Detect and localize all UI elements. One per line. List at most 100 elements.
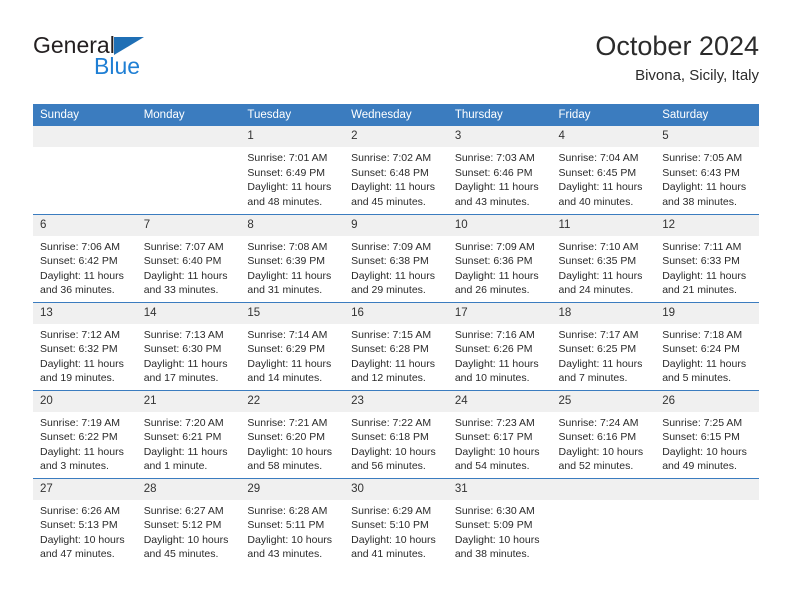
calendar-day-cell[interactable]: 1 Sunrise: 7:01 AM Sunset: 6:49 PM Daylight… [240,126,345,214]
calendar-day-cell[interactable]: 6 Sunrise: 7:06 AM Sunset: 6:42 PM Daylight… [33,213,137,302]
daylight-text-line1: Daylight: 11 hours [351,181,435,194]
calendar-day-cell[interactable]: 26 Sunrise: 7:25 AM Sunset: 6:15 PM Dayligh… [655,389,759,478]
day-details: Sunrise: 7:16 AM Sunset: 6:26 PM Daylight:… [448,324,552,386]
day-details: Sunrise: 7:03 AM Sunset: 6:46 PM Daylight:… [448,147,552,209]
weekday-header-row: Sunday Monday Tuesday Wednesday Thursday… [33,104,759,126]
page-title: October 2024 [595,31,759,61]
calendar-day-cell[interactable]: 8 Sunrise: 7:08 AM Sunset: 6:39 PM Daylight… [240,213,345,302]
sunset-text: Sunset: 6:21 PM [143,431,222,444]
daylight-text-line2: and 48 minutes. [247,195,323,208]
daylight-text-line1: Daylight: 10 hours [454,533,540,546]
sunrise-text: Sunrise: 7:12 AM [40,328,120,341]
calendar-day-cell[interactable]: 17 Sunrise: 7:16 AM Sunset: 6:26 PM Dayligh… [447,301,552,390]
sunrise-text: Sunrise: 7:07 AM [143,240,224,253]
calendar-day-cell[interactable]: 31 Sunrise: 6:30 AM Sunset: 5:09 PM Dayligh… [447,477,552,566]
calendar-day-cell[interactable]: 10 Sunrise: 7:09 AM Sunset: 6:36 PM Dayligh… [447,213,552,302]
sunset-text: Sunset: 6:43 PM [662,166,740,179]
calendar-day-cell[interactable]: 15 Sunrise: 7:14 AM Sunset: 6:29 PM Dayligh… [240,301,345,390]
daylight-text-line2: and 10 minutes. [454,372,530,385]
sunrise-text: Sunrise: 7:19 AM [40,416,120,429]
day-number: 29 [240,478,345,500]
day-number: 21 [136,390,241,412]
calendar-day-cell[interactable]: 30 Sunrise: 6:29 AM Sunset: 5:10 PM Dayligh… [344,477,448,566]
day-details: Sunrise: 7:13 AM Sunset: 6:30 PM Daylight:… [137,324,241,386]
daylight-text-line1: Daylight: 10 hours [247,445,333,458]
day-number: 22 [240,390,345,412]
calendar-day-cell[interactable]: 2 Sunrise: 7:02 AM Sunset: 6:48 PM Daylight… [344,126,448,214]
calendar-day-cell[interactable]: 7 Sunrise: 7:07 AM Sunset: 6:40 PM Daylight… [136,213,241,302]
daylight-text-line1: Daylight: 11 hours [40,357,124,370]
sunset-text: Sunset: 6:33 PM [662,255,740,268]
day-number: 19 [655,302,759,324]
calendar-day-cell[interactable]: 19 Sunrise: 7:18 AM Sunset: 6:24 PM Dayligh… [655,301,759,390]
day-number [33,126,137,147]
daylight-text-line2: and 38 minutes. [454,548,530,561]
day-number: 17 [447,302,552,324]
calendar-day-cell[interactable]: 23 Sunrise: 7:22 AM Sunset: 6:18 PM Dayligh… [344,389,448,478]
sunrise-text: Sunrise: 6:28 AM [247,504,328,517]
daylight-text-line2: and 31 minutes. [247,284,323,297]
day-details: Sunrise: 6:27 AM Sunset: 5:12 PM Daylight:… [137,500,241,562]
daylight-text-line2: and 21 minutes. [662,284,737,297]
day-details: Sunrise: 7:06 AM Sunset: 6:42 PM Daylight:… [33,236,137,298]
calendar-day-cell[interactable]: 22 Sunrise: 7:21 AM Sunset: 6:20 PM Dayligh… [240,389,345,478]
calendar-day-cell[interactable]: 16 Sunrise: 7:15 AM Sunset: 6:28 PM Dayligh… [344,301,448,390]
day-number: 26 [655,390,759,412]
calendar-day-cell[interactable]: 29 Sunrise: 6:28 AM Sunset: 5:11 PM Dayligh… [240,477,345,566]
calendar-day-cell[interactable]: 11 Sunrise: 7:10 AM Sunset: 6:35 PM Dayligh… [551,213,656,302]
sunrise-text: Sunrise: 7:25 AM [662,416,743,429]
day-number: 31 [447,478,552,500]
day-number: 30 [344,478,448,500]
day-number: 14 [136,302,241,324]
calendar-day-cell[interactable]: 12 Sunrise: 7:11 AM Sunset: 6:33 PM Dayligh… [655,213,759,302]
calendar-day-cell[interactable]: 21 Sunrise: 7:20 AM Sunset: 6:21 PM Dayligh… [136,389,241,478]
calendar-day-cell[interactable]: 27 Sunrise: 6:26 AM Sunset: 5:13 PM Dayligh… [33,477,137,566]
day-details: Sunrise: 7:15 AM Sunset: 6:28 PM Daylight:… [344,324,448,386]
daylight-text-line2: and 58 minutes. [247,460,323,473]
daylight-text-line1: Daylight: 11 hours [454,357,539,370]
day-details: Sunrise: 7:02 AM Sunset: 6:48 PM Daylight:… [344,147,448,209]
weekday-header-sunday: Sunday [33,104,137,126]
daylight-text-line1: Daylight: 10 hours [143,533,229,546]
daylight-text-line2: and 3 minutes. [40,460,109,473]
calendar-body: 1 Sunrise: 7:01 AM Sunset: 6:49 PM Daylight… [33,126,759,566]
calendar-day-cell[interactable]: 14 Sunrise: 7:13 AM Sunset: 6:30 PM Dayligh… [136,301,241,390]
calendar-day-cell[interactable]: 24 Sunrise: 7:23 AM Sunset: 6:17 PM Dayligh… [447,389,552,478]
sunset-text: Sunset: 6:32 PM [40,343,118,356]
day-details: Sunrise: 6:30 AM Sunset: 5:09 PM Daylight:… [448,500,552,562]
sunset-text: Sunset: 6:36 PM [454,255,533,268]
calendar-day-cell[interactable]: 9 Sunrise: 7:09 AM Sunset: 6:38 PM Daylight… [344,213,448,302]
day-details: Sunrise: 7:01 AM Sunset: 6:49 PM Daylight:… [240,147,344,209]
calendar-day-cell[interactable]: 28 Sunrise: 6:27 AM Sunset: 5:12 PM Dayligh… [136,477,241,566]
calendar-day-cell[interactable]: 18 Sunrise: 7:17 AM Sunset: 6:25 PM Dayligh… [551,301,656,390]
day-details: Sunrise: 7:04 AM Sunset: 6:45 PM Daylight:… [552,147,656,209]
sunset-text: Sunset: 6:29 PM [247,343,326,356]
day-number [655,478,759,500]
calendar-day-cell[interactable]: 4 Sunrise: 7:04 AM Sunset: 6:45 PM Daylight… [551,126,656,214]
sunrise-text: Sunrise: 7:08 AM [247,240,328,253]
calendar-day-cell[interactable]: 25 Sunrise: 7:24 AM Sunset: 6:16 PM Dayligh… [551,389,656,478]
daylight-text-line2: and 45 minutes. [351,195,426,208]
daylight-text-line1: Daylight: 11 hours [247,269,332,282]
calendar-week-row: 6 Sunrise: 7:06 AM Sunset: 6:42 PM Daylight… [33,213,759,302]
weekday-header-wednesday: Wednesday [344,104,448,126]
sunrise-text: Sunrise: 7:22 AM [351,416,432,429]
calendar-day-cell[interactable]: 20 Sunrise: 7:19 AM Sunset: 6:22 PM Dayligh… [33,389,137,478]
calendar-day-cell[interactable]: 5 Sunrise: 7:05 AM Sunset: 6:43 PM Daylight… [655,126,759,214]
calendar-day-cell-empty [551,477,656,566]
sunrise-text: Sunrise: 7:04 AM [558,152,639,164]
daylight-text-line2: and 47 minutes. [40,548,115,561]
calendar-day-cell[interactable]: 13 Sunrise: 7:12 AM Sunset: 6:32 PM Dayligh… [33,301,137,390]
sunrise-text: Sunrise: 6:30 AM [454,504,535,517]
sunrise-text: Sunrise: 7:18 AM [662,328,743,341]
calendar-page: General Blue October 2024 Bivona, Sicily… [0,0,792,612]
daylight-text-line1: Daylight: 11 hours [40,269,124,282]
weekday-header-thursday: Thursday [447,104,552,126]
daylight-text-line2: and 12 minutes. [351,372,426,385]
calendar-day-cell[interactable]: 3 Sunrise: 7:03 AM Sunset: 6:46 PM Daylight… [447,126,552,214]
day-number [136,126,241,147]
sunset-text: Sunset: 6:42 PM [40,255,118,268]
day-details: Sunrise: 7:05 AM Sunset: 6:43 PM Daylight:… [655,147,759,209]
sunset-text: Sunset: 6:38 PM [351,255,429,268]
day-details: Sunrise: 7:08 AM Sunset: 6:39 PM Daylight:… [240,236,344,298]
